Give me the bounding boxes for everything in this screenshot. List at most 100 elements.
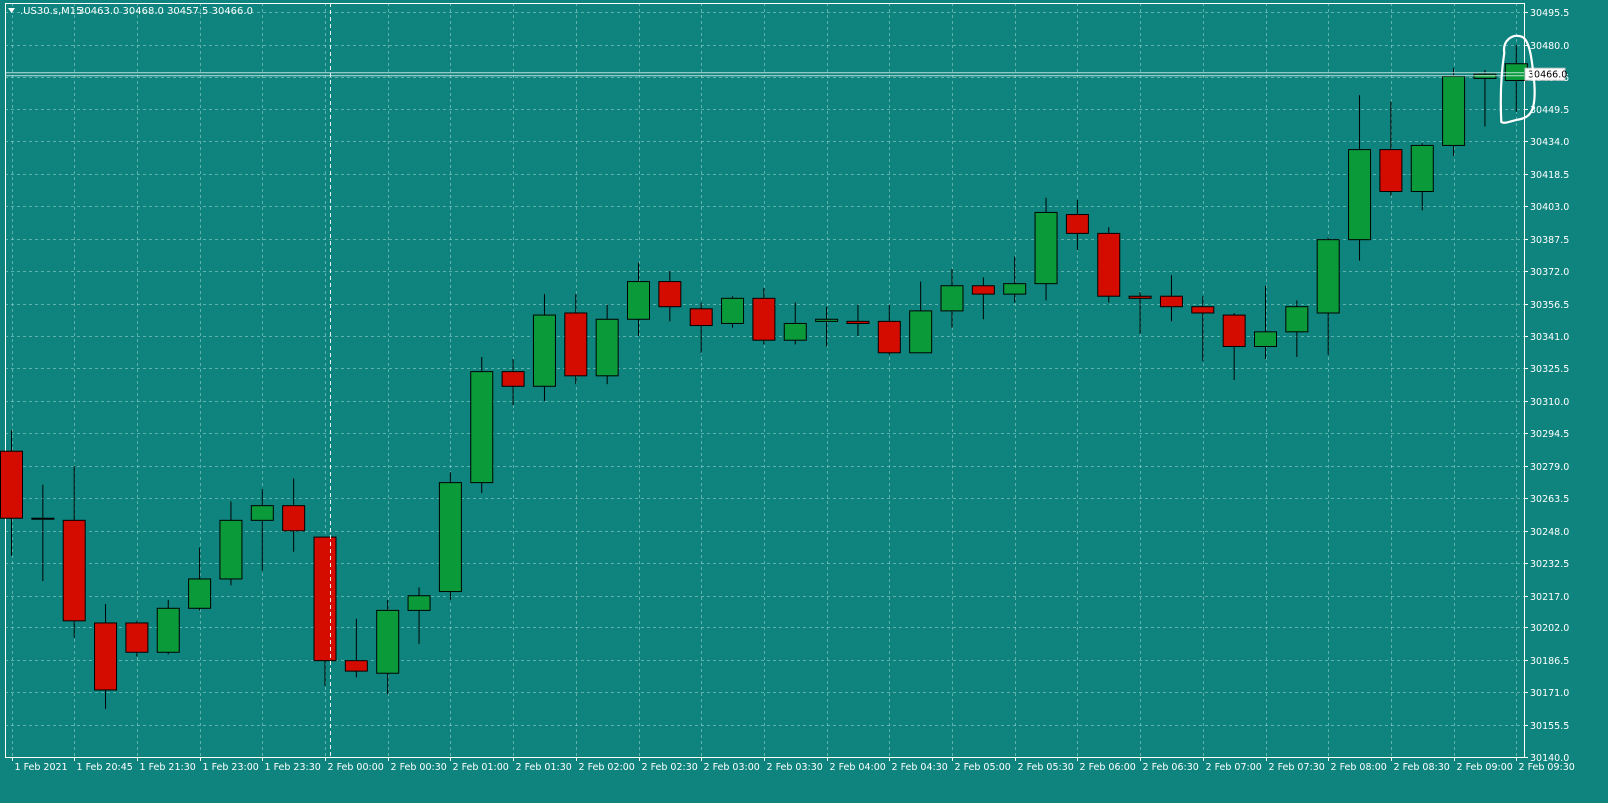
time-tick-label: 2 Feb 03:00 xyxy=(704,762,760,773)
candle-body xyxy=(1316,239,1340,314)
candle-body xyxy=(1442,75,1466,146)
candlestick-chart[interactable]: 30495.530480.030464.530449.530434.030418… xyxy=(0,0,1608,799)
price-tick-label: 30372.0 xyxy=(1530,267,1569,278)
time-tick-label: 2 Feb 07:30 xyxy=(1269,762,1325,773)
candle-body xyxy=(62,519,86,622)
candle-body xyxy=(721,297,745,324)
time-tick-label: 2 Feb 03:30 xyxy=(767,762,823,773)
time-tick-label: 2 Feb 08:30 xyxy=(1394,762,1450,773)
price-tick-label: 30341.0 xyxy=(1530,332,1569,343)
time-tick-label: 1 Feb 2021 xyxy=(15,762,68,773)
price-tick-label: 30310.0 xyxy=(1530,397,1569,408)
time-tick-label: 2 Feb 04:30 xyxy=(892,762,948,773)
price-tick-label: 30248.0 xyxy=(1530,527,1569,538)
candle-body xyxy=(627,281,650,320)
time-tick-label: 2 Feb 00:00 xyxy=(328,762,384,773)
price-tick-label: 30480.0 xyxy=(1530,41,1569,52)
candle-body xyxy=(376,609,400,674)
price-tick-label: 30495.5 xyxy=(1530,8,1569,19)
time-tick-label: 2 Feb 05:30 xyxy=(1018,762,1074,773)
price-tick-label: 30294.5 xyxy=(1530,429,1569,440)
candle-body xyxy=(1065,214,1089,234)
time-tick-label: 2 Feb 02:00 xyxy=(579,762,635,773)
ohlc-label: 30463.0 30468.0 30457.5 30466.0 xyxy=(78,6,253,17)
candle-body xyxy=(1504,63,1528,81)
candle-body xyxy=(532,314,556,387)
candle-body xyxy=(1003,283,1027,295)
price-tick-label: 30263.5 xyxy=(1530,494,1569,505)
candle-body xyxy=(344,660,368,672)
candle xyxy=(1442,67,1466,156)
price-tick-label: 30155.5 xyxy=(1530,721,1569,732)
time-tick-label: 1 Feb 23:00 xyxy=(203,762,259,773)
price-tick-label: 30403.0 xyxy=(1530,202,1569,213)
candle-body xyxy=(94,622,118,691)
price-tick-label: 30434.0 xyxy=(1530,137,1569,148)
chart-window[interactable]: 30495.530480.030464.530449.530434.030418… xyxy=(0,0,1608,799)
time-tick-label: 2 Feb 08:00 xyxy=(1331,762,1387,773)
candle-body xyxy=(1348,149,1372,241)
price-tick-label: 30418.5 xyxy=(1530,170,1569,181)
candle-body xyxy=(188,578,212,609)
candle-body xyxy=(501,371,525,387)
candle xyxy=(721,296,745,328)
price-tick-label: 30449.5 xyxy=(1530,105,1569,116)
candle xyxy=(156,599,180,655)
time-tick-label: 2 Feb 02:30 xyxy=(642,762,698,773)
candle-body xyxy=(1222,314,1246,347)
time-tick-label: 2 Feb 07:00 xyxy=(1206,762,1262,773)
time-tick-label: 1 Feb 20:45 xyxy=(77,762,133,773)
time-tick-label: 2 Feb 01:30 xyxy=(516,762,572,773)
candle-body xyxy=(658,281,682,308)
candle-body xyxy=(282,505,306,532)
candle-body xyxy=(689,308,713,327)
candle-body xyxy=(470,371,494,484)
candle-body xyxy=(219,519,243,580)
candle-body xyxy=(564,312,588,377)
candle-body xyxy=(1159,295,1183,308)
chart-background xyxy=(0,0,1608,799)
time-tick-label: 2 Feb 05:00 xyxy=(955,762,1011,773)
time-tick-label: 2 Feb 06:30 xyxy=(1143,762,1199,773)
candle-body xyxy=(1379,149,1403,193)
candle-body xyxy=(1034,211,1058,285)
candle-body xyxy=(846,320,870,324)
candle-body xyxy=(313,536,337,662)
time-tick-label: 1 Feb 21:30 xyxy=(140,762,196,773)
candle-body xyxy=(877,320,901,354)
candle-body xyxy=(156,607,180,653)
candle-body xyxy=(250,505,274,521)
symbol-label: .US30.s,M15 xyxy=(20,6,83,17)
candle-body xyxy=(752,297,776,341)
candle-body xyxy=(1097,232,1121,297)
candle-body xyxy=(1473,73,1497,79)
candle-body xyxy=(125,622,149,653)
price-tick-label: 30356.5 xyxy=(1530,300,1569,311)
chart-header: .US30.s,M15 30463.0 30468.0 30457.5 3046… xyxy=(8,6,253,17)
candle-body xyxy=(1254,331,1277,347)
candle xyxy=(1097,227,1121,303)
price-tick-label: 30217.0 xyxy=(1530,592,1569,603)
candle-body xyxy=(31,517,55,520)
time-tick-label: 2 Feb 09:30 xyxy=(1519,762,1575,773)
time-tick-label: 2 Feb 01:00 xyxy=(453,762,509,773)
candle-body xyxy=(783,322,807,341)
candle-body xyxy=(0,450,23,519)
price-tick-label: 30279.0 xyxy=(1530,462,1569,473)
candle-body xyxy=(595,318,619,377)
time-tick-label: 1 Feb 23:30 xyxy=(265,762,321,773)
time-tick-label: 2 Feb 09:00 xyxy=(1457,762,1513,773)
candle-body xyxy=(438,482,462,593)
candle-body xyxy=(407,595,431,611)
candle-body xyxy=(1410,144,1434,193)
candle-body xyxy=(971,285,995,295)
time-tick-label: 2 Feb 06:00 xyxy=(1080,762,1136,773)
candle-body xyxy=(909,310,933,354)
price-tick-label: 30202.0 xyxy=(1530,623,1569,634)
time-tick-label: 2 Feb 00:30 xyxy=(391,762,447,773)
candle-body xyxy=(1285,306,1309,333)
time-tick-label: 2 Feb 04:00 xyxy=(830,762,886,773)
price-tick-label: 30171.0 xyxy=(1530,688,1569,699)
price-tick-label: 30186.5 xyxy=(1530,656,1569,667)
candle-body xyxy=(1191,306,1215,314)
